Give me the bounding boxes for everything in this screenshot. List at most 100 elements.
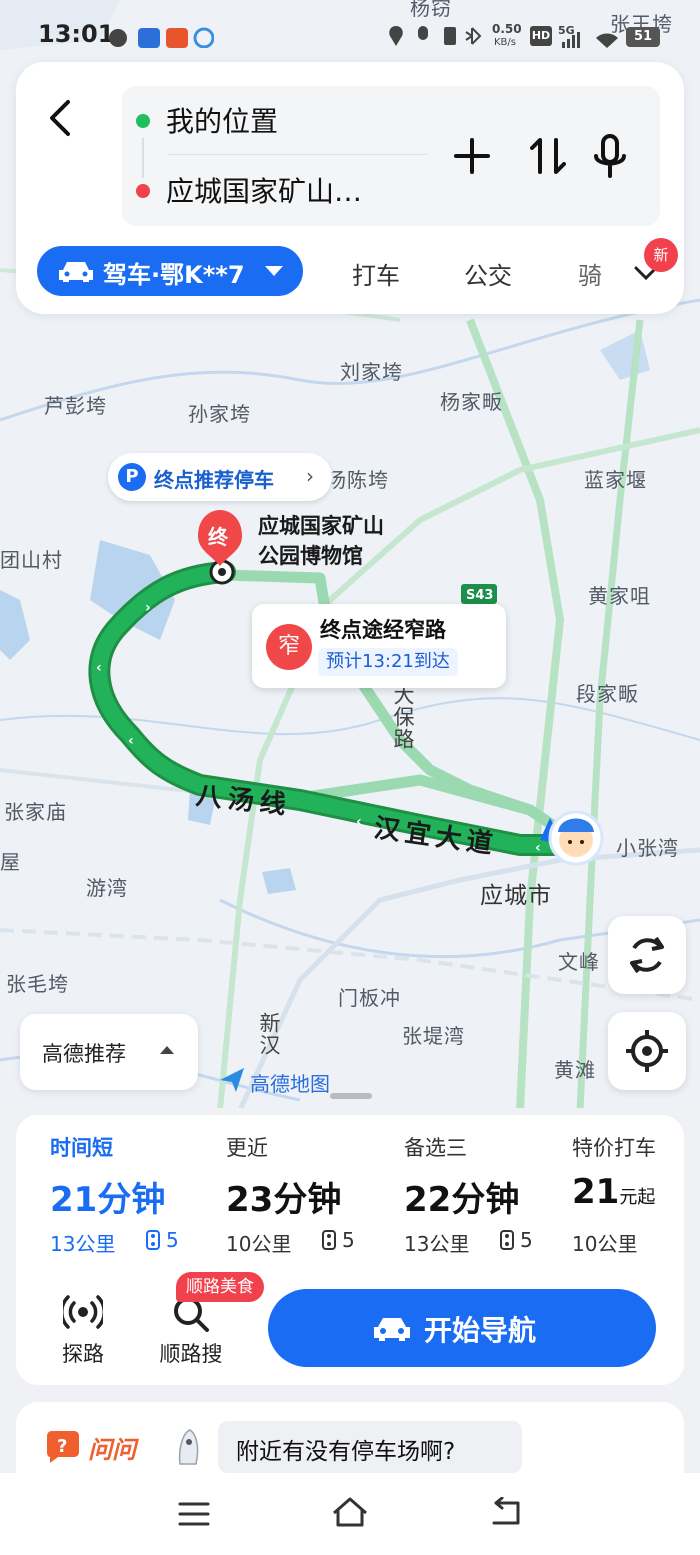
route-preference-label: 高德推荐: [42, 1042, 126, 1066]
refresh-icon: [630, 936, 664, 974]
route-option-alt3[interactable]: 备选三 22分钟 13公里 5: [404, 1128, 574, 1260]
route-traffic-lights: 5: [322, 1228, 355, 1252]
home-icon[interactable]: [330, 1495, 370, 1529]
map-place: 芦彭垮: [44, 394, 107, 418]
start-navigation-button[interactable]: 开始导航: [268, 1289, 656, 1367]
amap-logo-icon: [220, 1068, 244, 1092]
locate-icon: [626, 1030, 668, 1072]
ask-suggestion-bubble[interactable]: 附近有没有停车场啊?: [218, 1421, 522, 1473]
route-tag: 更近: [226, 1136, 268, 1160]
swap-button[interactable]: [526, 134, 570, 178]
status-time: 13:01: [38, 20, 115, 48]
route-preference-dropdown[interactable]: 高德推荐: [20, 1014, 198, 1090]
amap-brand-logo: 高德地图: [218, 1066, 330, 1096]
map-place: 门板冲: [338, 986, 401, 1010]
tab-transit[interactable]: 公交: [464, 256, 512, 291]
svg-text:›: ›: [145, 600, 151, 616]
food-along-badge: 顺路美食: [176, 1272, 264, 1302]
route-duration: 22分钟: [404, 1180, 520, 1220]
refresh-route-button[interactable]: [608, 916, 686, 994]
destination-parking-suggestion[interactable]: P 终点推荐停车 ›: [108, 453, 332, 501]
svg-text:‹: ‹: [128, 733, 134, 749]
map-place: 张家庙: [4, 800, 67, 824]
notification-app-icons: [109, 27, 214, 48]
parking-suggestion-label: 终点推荐停车: [154, 468, 274, 492]
traffic-light-icon: [146, 1230, 160, 1250]
map-place: 张堤湾: [402, 1024, 465, 1048]
destination-field[interactable]: 应城国家矿山…: [166, 170, 362, 210]
voice-input-button[interactable]: [588, 134, 632, 178]
route-option-taxi-deal[interactable]: 特价打车 21元起 10公里: [572, 1128, 682, 1260]
tab-ride[interactable]: 骑: [578, 256, 602, 291]
search-along-route-button[interactable]: 顺路搜: [146, 1292, 236, 1372]
route-option-fastest[interactable]: 时间短 21分钟 13公里 5: [50, 1128, 220, 1260]
chevron-right-icon: ›: [306, 464, 314, 488]
sheet-drag-handle[interactable]: [330, 1093, 372, 1099]
map-place-city: 应城市: [480, 883, 552, 909]
map-place: 屋: [0, 850, 21, 874]
menu-icon[interactable]: [178, 1501, 210, 1527]
road-label-dabao: 大保路: [391, 684, 415, 750]
start-navigation-label: 开始导航: [424, 1314, 537, 1347]
highway-tag: S43: [466, 588, 493, 603]
narrow-road-title: 终点途经窄路: [320, 618, 446, 642]
map-place: 小张湾: [616, 836, 679, 860]
status-icons-left: [389, 26, 482, 46]
map-place: 游湾: [86, 876, 128, 900]
route-tag: 时间短: [50, 1136, 113, 1160]
narrow-road-callout[interactable]: 窄 终点途经窄路 预计13:21到达: [252, 604, 506, 688]
ask-brand: ? 问问: [44, 1430, 136, 1464]
new-badge: 新: [644, 238, 678, 272]
route-option-shorter[interactable]: 更近 23分钟 10公里 5: [226, 1128, 396, 1260]
arrival-eta: 预计13:21到达: [318, 648, 458, 676]
net-speed-value: 0.50: [492, 22, 522, 36]
add-stop-button[interactable]: [450, 134, 494, 178]
explore-road-label: 探路: [62, 1342, 104, 1366]
route-search-card: 我的位置 应城国家矿山… 驾车·鄂K**7 打车 公交 骑 新: [16, 62, 684, 314]
back-button[interactable]: [42, 94, 82, 142]
caret-up-icon: [160, 1046, 174, 1054]
ask-question: 附近有没有停车场啊?: [236, 1439, 456, 1465]
map-place: 黄家咀: [588, 584, 651, 608]
destination-name-line1: 应城国家矿山: [258, 514, 384, 538]
route-duration: 23分钟: [226, 1180, 342, 1220]
car-icon: [59, 262, 93, 282]
origin-destination-box: 我的位置 应城国家矿山…: [122, 86, 660, 226]
origin-dot-icon: [136, 114, 150, 128]
narrow-road-icon: 窄: [266, 624, 312, 670]
traffic-light-icon: [500, 1230, 514, 1250]
destination-marker: 终: [208, 525, 229, 549]
car-icon: [374, 1318, 410, 1341]
map-place: 张毛垮: [6, 972, 69, 996]
travel-mode-tabs: 驾车·鄂K**7 打车 公交 骑 新: [16, 238, 684, 300]
drive-tab-label: 驾车·鄂K**7: [103, 261, 245, 289]
route-distance: 13公里: [404, 1232, 470, 1256]
route-distance: 10公里: [226, 1232, 292, 1256]
svg-text:‹: ‹: [96, 660, 102, 676]
chevron-left-icon: [50, 100, 70, 136]
explore-road-button[interactable]: 探路: [38, 1292, 128, 1372]
map-place: 团山村: [0, 548, 63, 572]
broadcast-icon: [63, 1295, 103, 1329]
tab-taxi[interactable]: 打车: [352, 256, 400, 291]
origin-destination-connector: [142, 138, 144, 178]
route-traffic-lights: 5: [500, 1228, 533, 1252]
map-place: 文峰: [558, 950, 600, 974]
traffic-light-icon: [322, 1230, 336, 1250]
locate-me-button[interactable]: [608, 1012, 686, 1090]
map-place: 汤陈垮: [326, 468, 389, 492]
back-nav-icon[interactable]: [488, 1497, 524, 1527]
map-place: 杨家畈: [440, 390, 503, 414]
route-distance: 13公里: [50, 1232, 116, 1256]
battery-icon: 51: [626, 27, 660, 47]
svg-text:‹: ‹: [535, 840, 541, 856]
status-bar: 13:01 0.50 KB/s HD 5G 51: [0, 0, 700, 62]
parking-icon: P: [118, 463, 146, 491]
tab-drive[interactable]: 驾车·鄂K**7: [37, 246, 303, 296]
svg-text:?: ?: [57, 1436, 67, 1457]
map-place: 刘家垮: [340, 360, 403, 384]
map-place: 段家畈: [576, 682, 639, 706]
chevron-down-icon: [265, 266, 283, 276]
origin-field[interactable]: 我的位置: [166, 100, 278, 140]
taxi-price: 21元起: [572, 1172, 656, 1212]
